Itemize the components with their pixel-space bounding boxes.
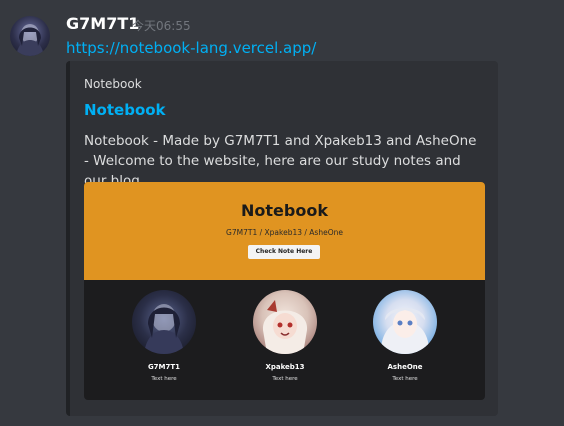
embed-preview-image[interactable]: Notebook G7M7T1 / Xpakeb13 / AsheOne Che… bbox=[84, 182, 485, 400]
member-name: G7M7T1 bbox=[147, 363, 181, 371]
member-text: Text here bbox=[272, 376, 298, 382]
member-text: Text here bbox=[151, 376, 177, 382]
member-name: Xpakeb13 bbox=[265, 363, 305, 371]
member-portrait-icon bbox=[262, 300, 308, 354]
embed-title-link[interactable]: Notebook bbox=[84, 101, 166, 119]
member-avatar bbox=[253, 290, 317, 354]
check-note-button: Check Note Here bbox=[248, 245, 320, 259]
member-text: Text here bbox=[392, 376, 418, 382]
member-name: AsheOne bbox=[387, 363, 423, 371]
member-card: AsheOne Text here bbox=[365, 290, 445, 382]
preview-hero-subtitle: G7M7T1 / Xpakeb13 / AsheOne bbox=[226, 228, 343, 237]
message-timestamp: 今天06:55 bbox=[132, 19, 191, 33]
member-avatar bbox=[373, 290, 437, 354]
member-card: G7M7T1 Text here bbox=[124, 290, 204, 382]
member-portrait-icon bbox=[380, 308, 430, 354]
avatar-portrait-icon bbox=[16, 24, 44, 56]
member-portrait-icon bbox=[144, 304, 184, 354]
user-avatar[interactable] bbox=[10, 16, 50, 56]
preview-hero-banner: Notebook G7M7T1 / Xpakeb13 / AsheOne Che… bbox=[84, 182, 485, 280]
link-embed: Notebook Notebook Notebook - Made by G7M… bbox=[66, 61, 498, 416]
member-avatar bbox=[132, 290, 196, 354]
embed-provider: Notebook bbox=[84, 77, 142, 91]
member-card: Xpakeb13 Text here bbox=[245, 290, 325, 382]
chat-message: G7M7T1 今天06:55 https://notebook-lang.ver… bbox=[0, 0, 564, 426]
message-link[interactable]: https://notebook-lang.vercel.app/ bbox=[66, 38, 316, 58]
username[interactable]: G7M7T1 bbox=[66, 14, 139, 34]
preview-hero-title: Notebook bbox=[241, 201, 328, 220]
